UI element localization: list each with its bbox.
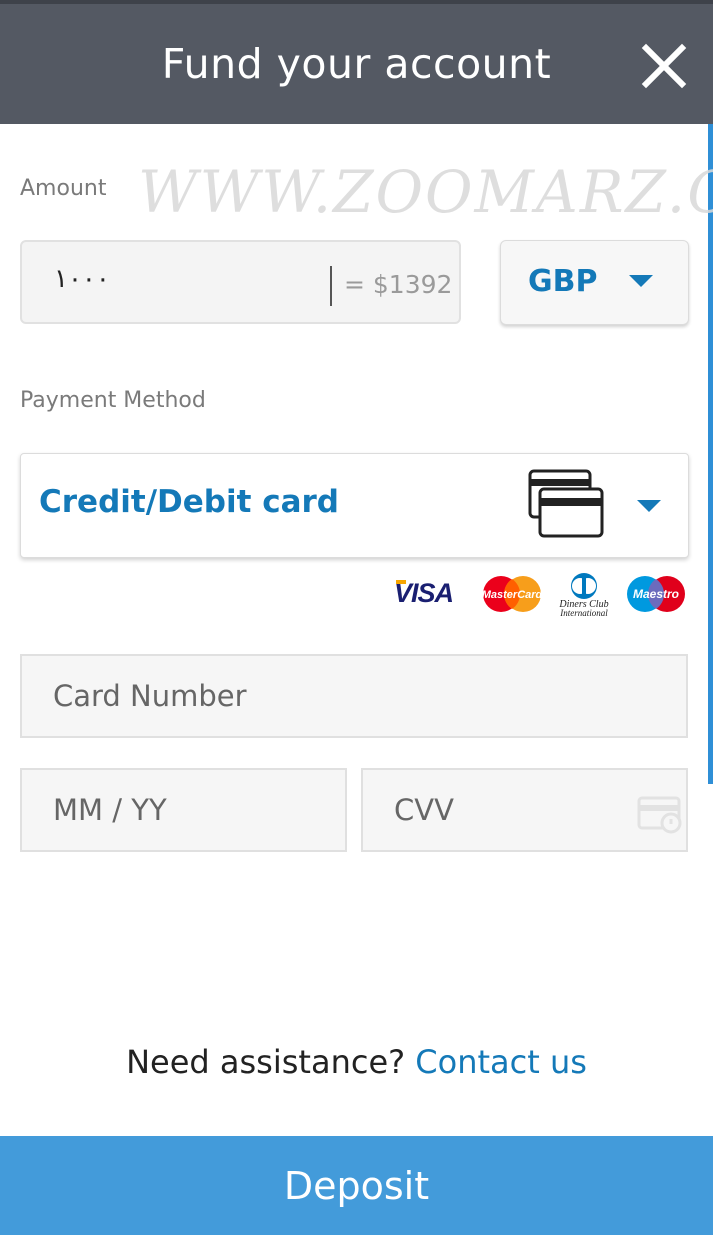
expiry-field[interactable]: MM / YY — [20, 768, 347, 852]
mastercard-logo: MasterCard — [482, 576, 542, 612]
maestro-logo: Maestro — [627, 576, 685, 612]
maestro-logo-text: Maestro — [633, 587, 679, 601]
amount-value: ١٠٠٠ — [54, 264, 110, 294]
payment-method-select[interactable]: Credit/Debit card — [20, 453, 689, 558]
contact-us-link[interactable]: Contact us — [415, 1043, 587, 1081]
converted-amount: = $1392 — [344, 270, 453, 299]
amount-input[interactable]: ١٠٠٠ = $1392 — [20, 240, 461, 324]
payment-method-value: Credit/Debit card — [39, 484, 339, 520]
visa-logo: VISA — [394, 578, 454, 609]
header-bar: Fund your account — [0, 4, 713, 124]
credit-cards-icon — [528, 469, 604, 538]
assistance-line: Need assistance? Contact us — [0, 1043, 713, 1081]
currency-value: GBP — [528, 264, 598, 299]
deposit-button[interactable]: Deposit — [0, 1136, 713, 1235]
fund-account-screen: Fund your account WWW.ZOOMARZ.COM Amount… — [0, 0, 713, 1235]
chevron-down-icon — [637, 500, 661, 512]
amount-divider — [330, 266, 332, 306]
cvv-placeholder: CVV — [394, 793, 454, 827]
cvv-card-icon — [637, 796, 682, 834]
close-button[interactable] — [640, 42, 688, 90]
cvv-field[interactable]: CVV — [361, 768, 688, 852]
payment-method-label: Payment Method — [20, 388, 206, 413]
page-title: Fund your account — [161, 40, 552, 88]
assistance-text: Need assistance? — [126, 1043, 416, 1081]
watermark: WWW.ZOOMARZ.COM — [138, 158, 713, 226]
accepted-cards: VISA MasterCard Diners Club Internationa… — [394, 572, 688, 618]
diners-logo-line2: International — [559, 608, 608, 618]
card-number-placeholder: Card Number — [53, 679, 247, 713]
card-number-field[interactable]: Card Number — [20, 654, 688, 738]
currency-select[interactable]: GBP — [500, 240, 689, 325]
mastercard-logo-text: MasterCard — [482, 589, 542, 601]
chevron-down-icon — [629, 275, 653, 287]
expiry-placeholder: MM / YY — [53, 793, 167, 827]
close-icon — [641, 43, 687, 89]
diners-club-logo: Diners Club International — [558, 573, 609, 618]
deposit-label: Deposit — [283, 1164, 430, 1208]
visa-accent — [396, 580, 406, 584]
amount-label: Amount — [20, 176, 107, 201]
